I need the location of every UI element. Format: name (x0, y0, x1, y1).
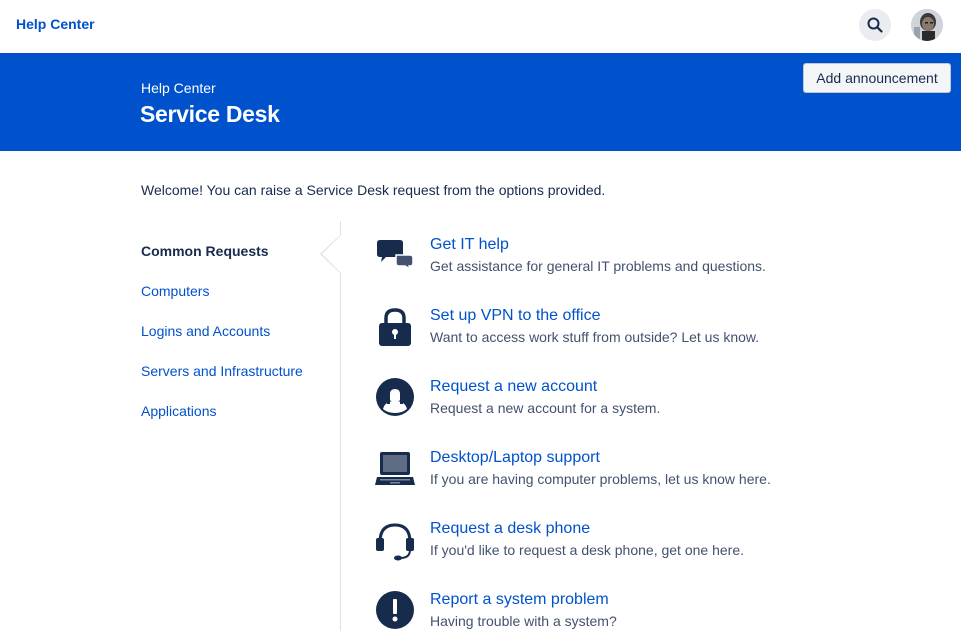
nav-item-servers-and-infrastructure[interactable]: Servers and Infrastructure (141, 363, 303, 379)
request-description: If you are having computer problems, let… (430, 471, 771, 487)
request-type-item[interactable]: Get IT help Get assistance for general I… (374, 236, 934, 296)
request-type-item[interactable]: Request a desk phone If you'd like to re… (374, 520, 934, 580)
banner-breadcrumb[interactable]: Help Center (141, 80, 216, 96)
request-title[interactable]: Get IT help (430, 236, 509, 254)
padlock-icon (379, 308, 411, 346)
nav-item-applications[interactable]: Applications (141, 403, 217, 419)
exclamation-icon (376, 591, 414, 629)
nav-item-computers[interactable]: Computers (141, 283, 209, 299)
request-title[interactable]: Request a desk phone (430, 520, 590, 538)
request-description: Want to access work stuff from outside? … (430, 329, 760, 345)
top-navigation-bar: Help Center (0, 0, 961, 52)
welcome-message: Welcome! You can raise a Service Desk re… (141, 182, 606, 198)
request-type-item[interactable]: Desktop/Laptop support If you are having… (374, 449, 934, 509)
user-avatar[interactable] (911, 9, 943, 41)
active-nav-pointer-fill (322, 235, 341, 273)
search-icon (867, 17, 883, 33)
laptop-icon (375, 452, 415, 485)
request-description: If you'd like to request a desk phone, g… (430, 542, 744, 558)
request-description: Having trouble with a system? (430, 613, 617, 629)
request-type-item[interactable]: Request a new account Request a new acco… (374, 378, 934, 438)
add-announcement-button[interactable]: Add announcement (803, 63, 951, 93)
search-button[interactable] (859, 9, 891, 41)
request-type-item[interactable]: Report a system problem Having trouble w… (374, 591, 934, 642)
request-description: Request a new account for a system. (430, 400, 661, 416)
avatar-image (911, 9, 943, 41)
hero-banner: Help Center Service Desk Add announcemen… (0, 53, 961, 151)
request-title[interactable]: Request a new account (430, 378, 597, 396)
request-title[interactable]: Set up VPN to the office (430, 307, 600, 325)
nav-divider (340, 221, 341, 631)
request-description: Get assistance for general IT problems a… (430, 258, 766, 274)
request-type-item[interactable]: Set up VPN to the office Want to access … (374, 307, 934, 367)
nav-item-logins-and-accounts[interactable]: Logins and Accounts (141, 323, 270, 339)
page-title: Service Desk (140, 101, 280, 127)
headset-icon (376, 523, 414, 561)
nav-item-common-requests[interactable]: Common Requests (141, 243, 269, 259)
chat-bubbles-icon (377, 240, 414, 271)
person-silhouette-icon (376, 378, 414, 416)
request-title[interactable]: Report a system problem (430, 591, 609, 609)
help-center-link[interactable]: Help Center (16, 16, 95, 32)
request-title[interactable]: Desktop/Laptop support (430, 449, 600, 467)
